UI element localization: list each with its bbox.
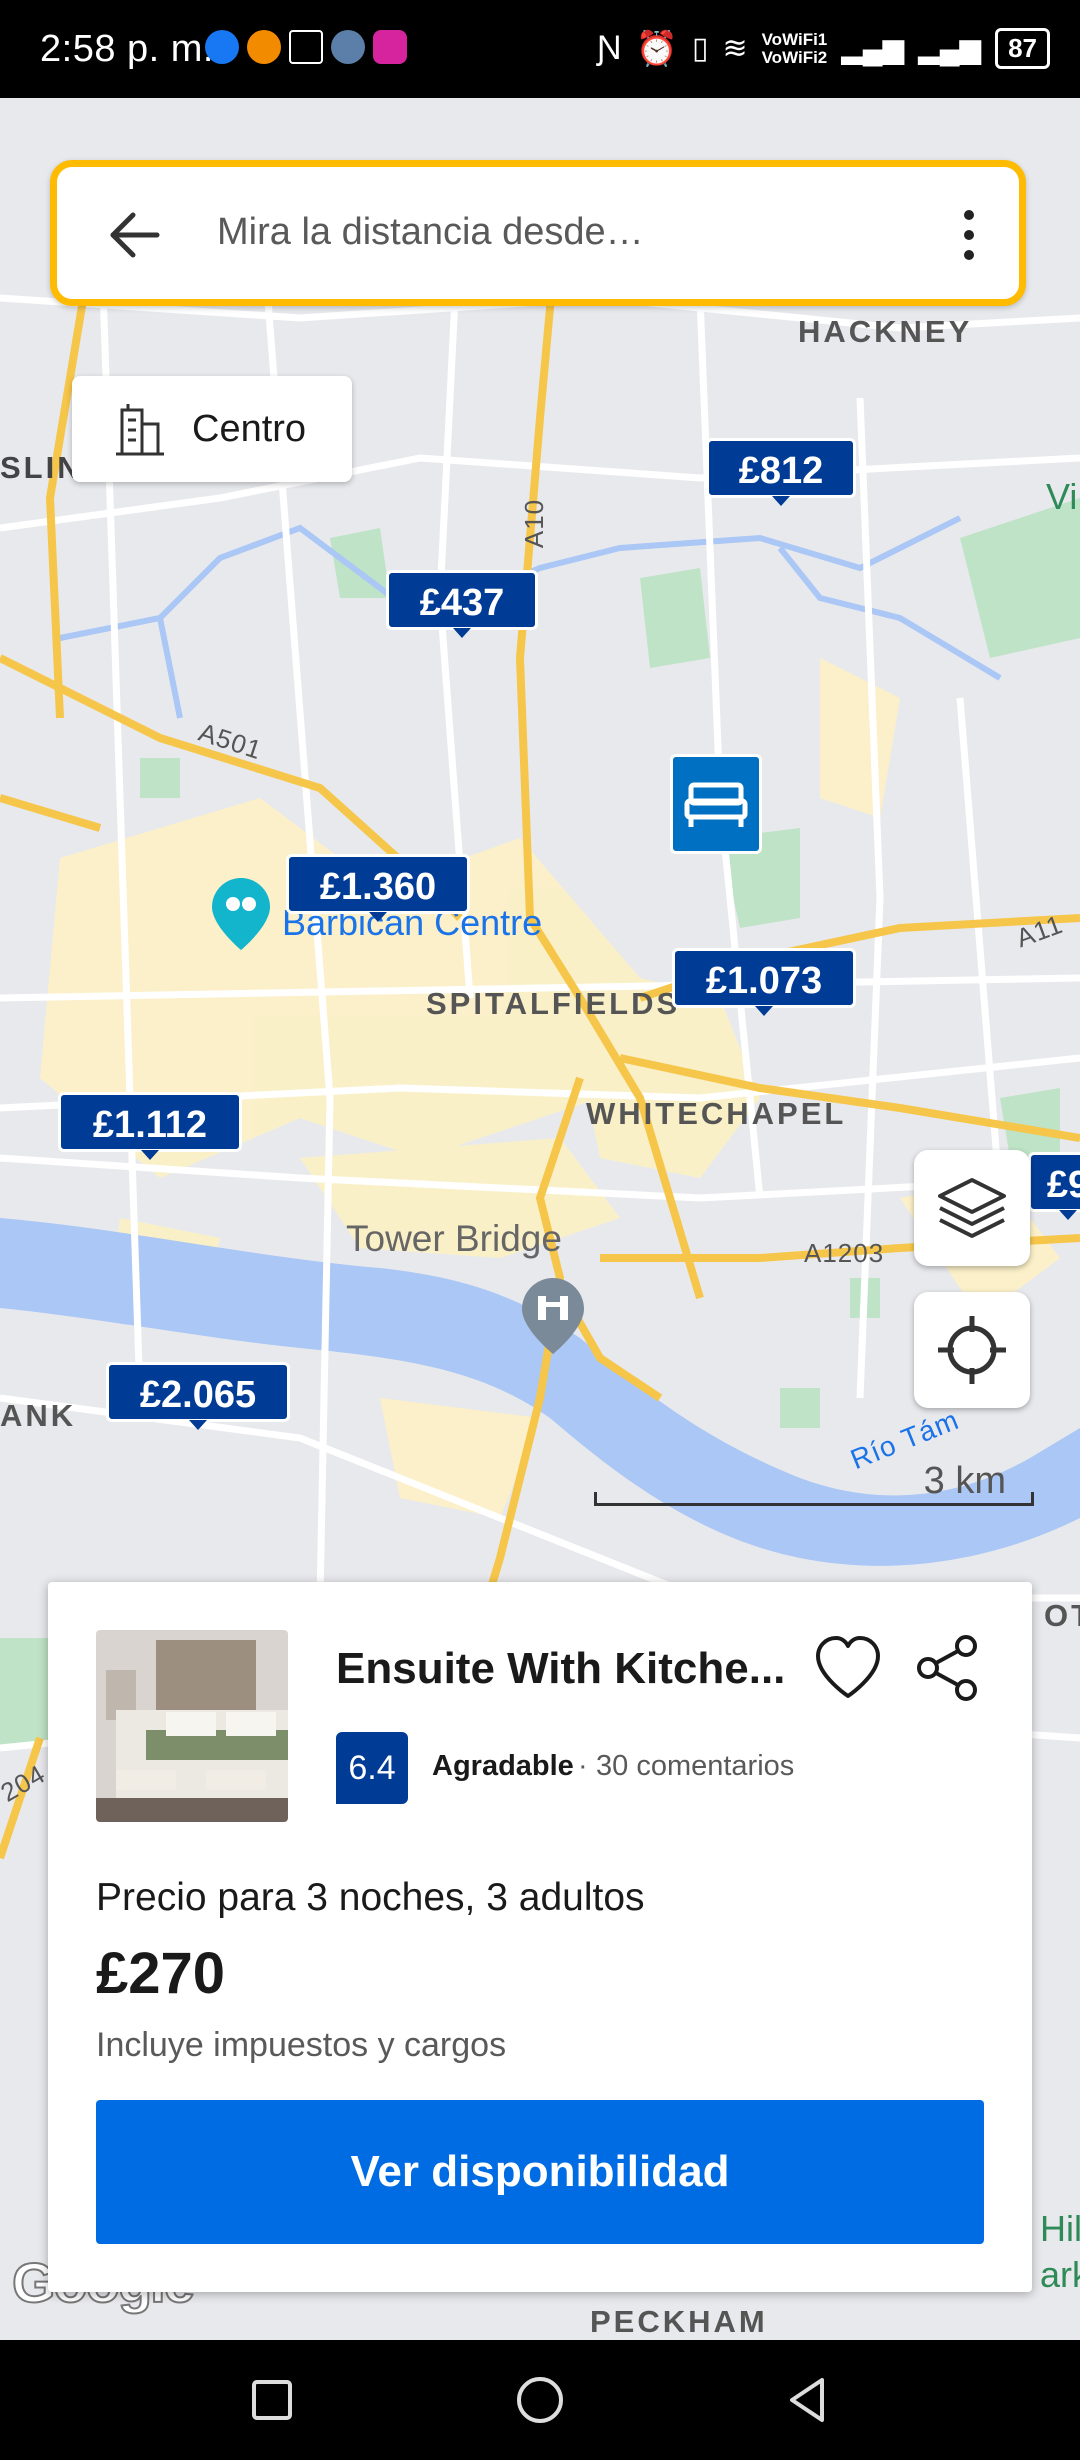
map-label-hill: Hill <box>1040 2208 1080 2249</box>
layers-button[interactable] <box>914 1150 1030 1266</box>
review-separator: · <box>578 1750 588 1782</box>
map-label-oth: OTH <box>1044 1598 1080 1633</box>
back-arrow-icon[interactable] <box>105 205 165 265</box>
crosshair-icon <box>938 1316 1006 1384</box>
selected-hotel-pin[interactable] <box>670 754 762 854</box>
app-icon-2 <box>331 30 365 64</box>
price-pin-1360[interactable]: £1.360 <box>286 854 470 922</box>
property-photo[interactable] <box>96 1630 288 1822</box>
signal-icon: ▂▄▆ <box>841 33 905 64</box>
map-label-tower-bridge: Tower Bridge <box>346 1218 562 1259</box>
heart-icon[interactable] <box>810 1630 886 1706</box>
bedroom-image <box>96 1630 288 1822</box>
alarm-icon: ⏰ <box>635 29 678 68</box>
share-icon[interactable] <box>910 1630 986 1706</box>
battery-icon: 87 <box>995 28 1050 69</box>
vowifi-2: VoWiFi2 <box>761 47 828 67</box>
price-pin-1112[interactable]: £1.112 <box>58 1092 242 1160</box>
map-label-islington: SLIN <box>0 450 83 485</box>
price-pin-partial[interactable]: £9 <box>1028 1152 1080 1220</box>
home-circle-icon[interactable] <box>510 2370 570 2430</box>
notification-icons <box>205 30 407 64</box>
price-total: £270 <box>96 1941 226 2006</box>
bed-icon <box>684 782 748 827</box>
price-description: Precio para 3 noches, 3 adultos <box>96 1876 645 1919</box>
instagram-icon <box>373 30 407 64</box>
property-title[interactable]: Ensuite With Kitche... <box>336 1644 796 1694</box>
map-label-park: ark <box>1040 2254 1080 2295</box>
review-count[interactable]: 30 comentarios <box>596 1750 794 1783</box>
vowifi-labels: VoWiFi1 VoWiFi2 <box>761 29 828 67</box>
app-icon <box>247 30 281 64</box>
map-label-a10: A10 <box>519 498 550 549</box>
search-input[interactable]: Mira la distancia desde… <box>217 211 644 254</box>
map-label-peckham: PECKHAM <box>590 2304 768 2339</box>
facebook-icon <box>205 30 239 64</box>
price-pin-2065[interactable]: £2.065 <box>106 1362 290 1430</box>
system-nav-bar <box>0 2340 1080 2460</box>
recents-square-icon[interactable] <box>242 2370 302 2430</box>
property-card[interactable]: Ensuite With Kitche... 6.4 Agradable · 3… <box>48 1582 1032 2292</box>
gmail-icon <box>289 30 323 64</box>
status-time: 2:58 p. m. <box>40 28 214 70</box>
more-vertical-icon[interactable] <box>959 205 979 265</box>
price-pin-1073[interactable]: £1.073 <box>672 948 856 1016</box>
status-right: Ɲ ⏰ ▯ ≋ VoWiFi1 VoWiFi2 ▂▄▆ ▂▄▆ 87 <box>597 28 1050 69</box>
map-label-bank: ANK <box>0 1398 77 1433</box>
tower-bridge-pin-icon[interactable] <box>522 1278 584 1354</box>
signal-icon-2: ▂▄▆ <box>918 33 982 64</box>
scale-bar <box>594 1492 1034 1506</box>
vibrate-icon: ▯ <box>691 32 709 65</box>
vowifi-1: VoWiFi1 <box>761 29 828 49</box>
price-taxes-note: Incluye impuestos y cargos <box>96 2026 507 2064</box>
centro-button[interactable]: Centro <box>72 376 352 482</box>
search-bar[interactable]: Mira la distancia desde… <box>50 160 1026 306</box>
back-triangle-icon[interactable] <box>778 2370 838 2430</box>
buildings-icon <box>116 404 164 456</box>
map-scale: 3 km <box>594 1460 1034 1506</box>
status-bar: 2:58 p. m. Ɲ ⏰ ▯ ≋ VoWiFi1 VoWiFi2 ▂▄▆ ▂… <box>0 0 1080 98</box>
nfc-icon: Ɲ <box>597 29 622 67</box>
centro-label: Centro <box>192 408 307 450</box>
map-label-spitalfields: SPITALFIELDS <box>426 986 681 1021</box>
price-pin-437[interactable]: £437 <box>386 570 538 638</box>
layers-icon <box>938 1178 1006 1238</box>
price-pin-812[interactable]: £812 <box>706 438 856 506</box>
see-availability-button[interactable]: Ver disponibilidad <box>96 2100 984 2244</box>
map-label-hackney: HACKNEY <box>798 314 973 349</box>
my-location-button[interactable] <box>914 1292 1030 1408</box>
barbican-pin-icon[interactable] <box>212 878 270 950</box>
wifi-icon: ≋ <box>722 32 748 65</box>
map-label-whitechapel: WHITECHAPEL <box>586 1096 847 1131</box>
map-label-a1203: A1203 <box>804 1238 885 1268</box>
map-label-victoria-park: Vi <box>1046 476 1078 517</box>
review-score-label: Agradable <box>432 1750 574 1782</box>
review-score-badge: 6.4 <box>336 1732 408 1804</box>
